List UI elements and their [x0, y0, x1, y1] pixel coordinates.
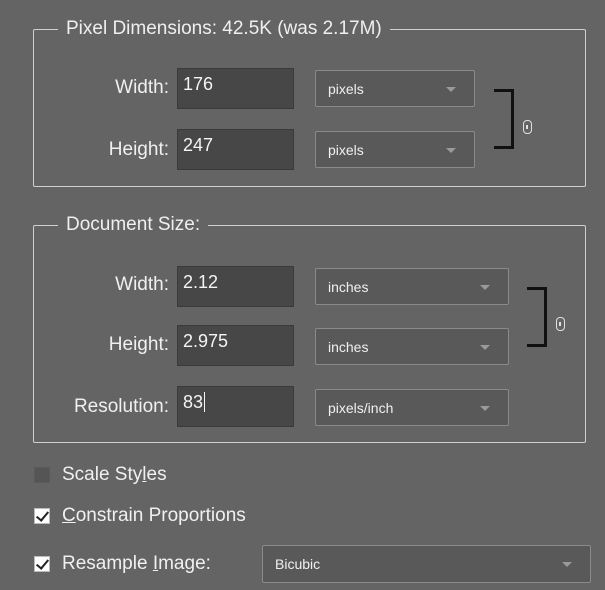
constrain-proportions-label[interactable]: Constrain Proportions [62, 505, 246, 527]
resolution-unit-text: pixels/inch [328, 399, 394, 416]
pixel-height-label: Height: [108, 139, 169, 160]
pixel-height-unit-select[interactable]: pixels [315, 131, 475, 168]
chain-link-icon[interactable] [556, 317, 565, 331]
chevron-down-icon [480, 284, 490, 290]
document-size-legend: Document Size: [58, 214, 209, 236]
resample-image-label[interactable]: Resample Image: [62, 553, 211, 575]
doc-width-unit-text: inches [328, 278, 369, 295]
resolution-input[interactable]: 83 [177, 386, 294, 427]
scale-styles-checkbox[interactable] [34, 467, 50, 483]
resolution-unit-select[interactable]: pixels/inch [315, 389, 509, 426]
pixel-link-bracket [494, 89, 514, 149]
chevron-down-icon [446, 147, 456, 153]
doc-height-unit-text: inches [328, 338, 369, 355]
chevron-down-icon [446, 86, 456, 92]
doc-height-input[interactable]: 2.975 [177, 325, 294, 366]
checkmark-icon[interactable] [34, 508, 50, 524]
chevron-down-icon [562, 562, 572, 567]
pixel-width-unit-select[interactable]: pixels [315, 70, 475, 107]
chevron-down-icon [480, 344, 490, 350]
pixel-width-unit-text: pixels [328, 80, 364, 97]
resolution-value: 83 [183, 392, 204, 412]
pixel-dimensions-legend: Pixel Dimensions: 42.5K (was 2.17M) [58, 18, 390, 40]
pixel-width-input[interactable]: 176 [177, 68, 294, 109]
resample-method-select[interactable]: Bicubic [262, 545, 591, 583]
doc-width-input[interactable]: 2.12 [177, 266, 294, 307]
text-caret [204, 392, 206, 412]
doc-height-label: Height: [108, 334, 169, 355]
doc-link-bracket [527, 287, 547, 347]
resolution-label: Resolution: [73, 396, 169, 417]
pixel-width-label: Width: [115, 77, 169, 98]
doc-width-label: Width: [115, 274, 169, 295]
chain-link-icon[interactable] [523, 120, 532, 134]
doc-height-unit-select[interactable]: inches [315, 328, 509, 365]
chevron-down-icon [480, 405, 490, 411]
pixel-height-unit-text: pixels [328, 141, 364, 158]
scale-styles-label[interactable]: Scale Styles [62, 464, 167, 486]
doc-width-unit-select[interactable]: inches [315, 268, 509, 305]
checkmark-icon[interactable] [34, 556, 50, 572]
pixel-height-input[interactable]: 247 [177, 129, 294, 170]
resample-method-text: Bicubic [275, 556, 321, 572]
